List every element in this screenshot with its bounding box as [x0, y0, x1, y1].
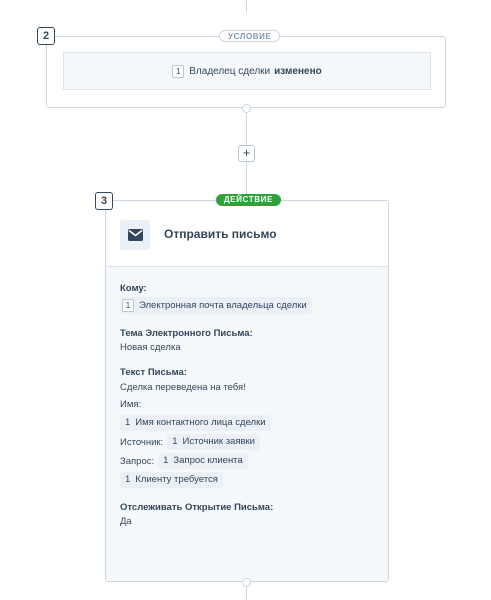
tracking-label: Отслеживать Открытие Письма: [120, 502, 274, 513]
condition-pill: УСЛОВИЕ [219, 30, 281, 42]
step-number-3: 3 [95, 192, 113, 210]
condition-bold-text: изменено [274, 65, 322, 77]
envelope-icon [120, 220, 150, 250]
condition-summary[interactable]: 1 Владелец сделки изменено [63, 52, 431, 90]
body-line-2: Имя: [120, 399, 142, 410]
connector-dot-step2 [242, 104, 251, 113]
body-row-needs: 1 Клиенту требуется [120, 472, 374, 488]
add-step-button[interactable]: + [238, 145, 255, 162]
tracking-field: Отслеживать Открытие Письма: Да [120, 502, 374, 527]
to-label: Кому: [120, 283, 147, 294]
action-header[interactable]: Отправить письмо [106, 201, 388, 267]
token-lead-source: 1 Источник заявки [167, 434, 260, 450]
body-row-request: Запрос: 1 Запрос клиента [120, 453, 374, 469]
subject-label: Тема Электронного Письма: [120, 328, 253, 339]
subject-value: Новая сделка [120, 342, 181, 353]
body-row-name: 1 Имя контактного лица сделки [120, 415, 374, 431]
action-pill: ДЕЙСТВИЕ [216, 194, 281, 206]
body-label: Текст Письма: [120, 367, 187, 378]
to-field: Кому: 1 Электронная почта владельца сдел… [120, 283, 374, 314]
connector-dot-step3 [242, 578, 251, 587]
connector-line-top [246, 0, 247, 12]
connector-line-2-plus [246, 108, 247, 144]
body-field: Текст Письма: Сделка переведена на тебя!… [120, 367, 374, 488]
step-number-2: 2 [37, 27, 55, 45]
source-prefix: Источник: [120, 436, 164, 448]
token-contact-name: 1 Имя контактного лица сделки [120, 415, 271, 431]
body-line-1: Сделка переведена на тебя! [120, 382, 246, 393]
to-token: 1 Электронная почта владельца сделки [120, 297, 312, 314]
to-index-badge: 1 [122, 299, 134, 312]
action-details: Кому: 1 Электронная почта владельца сдел… [106, 267, 388, 581]
condition-index-badge: 1 [172, 64, 185, 78]
subject-field: Тема Электронного Письма: Новая сделка [120, 328, 374, 353]
tracking-value: Да [120, 516, 132, 527]
token-client-request: 1 Запрос клиента [158, 453, 248, 469]
condition-step-card[interactable]: 1 Владелец сделки изменено [46, 36, 446, 108]
request-prefix: Запрос: [120, 455, 155, 467]
body-row-source: Источник: 1 Источник заявки [120, 434, 374, 450]
workflow-canvas: 1 Владелец сделки изменено 2 УСЛОВИЕ + О… [0, 0, 491, 600]
token-client-needs: 1 Клиенту требуется [120, 472, 223, 488]
condition-text: Владелец сделки [189, 65, 271, 77]
to-value: Электронная почта владельца сделки [139, 299, 307, 311]
action-step-card[interactable]: Отправить письмо Кому: 1 Электронная поч… [105, 200, 389, 582]
action-title: Отправить письмо [164, 227, 277, 241]
